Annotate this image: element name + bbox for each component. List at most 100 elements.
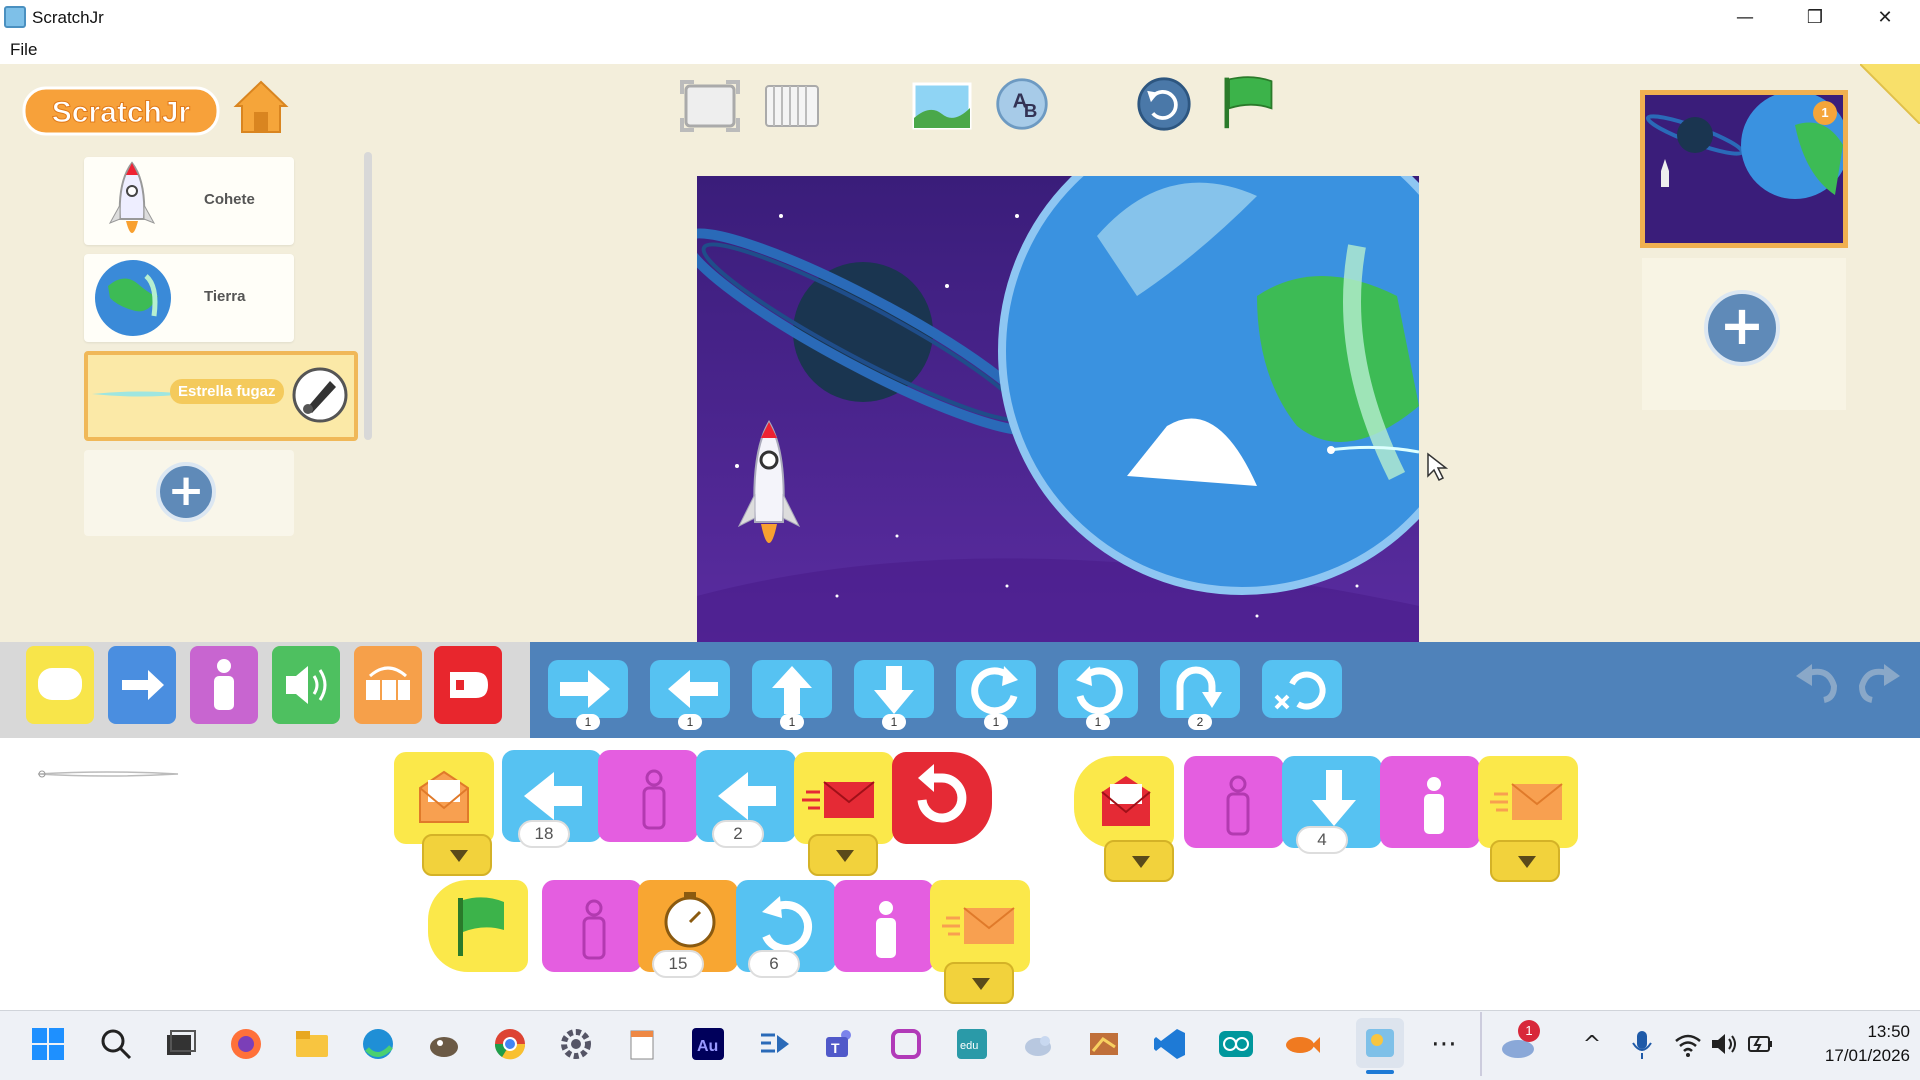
background-icon[interactable] xyxy=(910,78,974,134)
search-icon[interactable] xyxy=(96,1024,136,1064)
teams-icon[interactable]: T xyxy=(820,1024,860,1064)
message-color-dropdown[interactable] xyxy=(1490,840,1560,882)
task-view-icon[interactable] xyxy=(160,1024,200,1064)
file-explorer-icon[interactable] xyxy=(292,1024,332,1064)
add-page-tile[interactable]: + xyxy=(1642,258,1846,410)
menu-file[interactable]: File xyxy=(10,40,37,60)
chevron-up-icon[interactable]: ^ xyxy=(1572,1024,1612,1064)
block-number[interactable]: 15 xyxy=(652,950,704,978)
palette-move-right[interactable]: 1 xyxy=(544,654,632,730)
block-show[interactable] xyxy=(598,750,698,842)
edge-icon[interactable] xyxy=(358,1024,398,1064)
fullscreen-icon[interactable] xyxy=(678,78,742,134)
app-icon[interactable] xyxy=(886,1024,926,1064)
block-number[interactable]: 1 xyxy=(984,714,1008,730)
category-end[interactable] xyxy=(434,646,502,724)
palette-turn-left[interactable]: 1 xyxy=(1054,654,1142,730)
firefox-icon[interactable] xyxy=(226,1024,266,1064)
sprite-card-cohete[interactable]: Cohete xyxy=(84,157,294,245)
stage-canvas[interactable] xyxy=(697,176,1419,642)
arduino-icon[interactable] xyxy=(1216,1024,1256,1064)
palette-turn-right[interactable]: 1 xyxy=(952,654,1040,730)
message-color-dropdown[interactable] xyxy=(1104,840,1174,882)
microphone-icon[interactable] xyxy=(1622,1024,1662,1064)
home-icon[interactable] xyxy=(232,78,290,136)
add-sprite-tile[interactable]: + xyxy=(84,450,294,536)
volume-icon[interactable] xyxy=(1704,1024,1744,1064)
settings-icon[interactable] xyxy=(556,1024,596,1064)
chrome-icon[interactable] xyxy=(490,1024,530,1064)
category-motion[interactable] xyxy=(108,646,176,724)
plus-icon[interactable]: + xyxy=(1704,290,1780,366)
clock-time[interactable]: 13:50 xyxy=(1830,1022,1910,1042)
block-number[interactable]: 4 xyxy=(1296,826,1348,854)
block-show[interactable] xyxy=(1380,756,1480,848)
restore-button[interactable]: ❒ xyxy=(1780,0,1850,34)
svg-text:B: B xyxy=(1024,100,1037,121)
gimp-icon[interactable] xyxy=(424,1024,464,1064)
text-icon[interactable]: A B xyxy=(990,76,1054,132)
green-flag-icon[interactable] xyxy=(1216,74,1280,130)
block-on-message[interactable] xyxy=(1074,756,1174,848)
block-hide[interactable] xyxy=(1184,756,1284,848)
sprite-card-tierra[interactable]: Tierra xyxy=(84,254,294,342)
block-number[interactable]: 1 xyxy=(780,714,804,730)
sprite-list-scrollbar[interactable] xyxy=(364,152,372,440)
window-title: ScratchJr xyxy=(32,8,104,27)
block-send-message[interactable] xyxy=(930,880,1030,972)
paint-editor-icon[interactable] xyxy=(290,365,350,425)
block-on-message[interactable] xyxy=(394,752,494,844)
block-number[interactable]: 1 xyxy=(882,714,906,730)
redo-icon[interactable] xyxy=(1852,654,1906,708)
block-number[interactable]: 2 xyxy=(712,820,764,848)
more-icon[interactable]: ⋯ xyxy=(1424,1024,1464,1064)
message-color-dropdown[interactable] xyxy=(808,834,878,876)
wifi-icon[interactable] xyxy=(1668,1024,1708,1064)
scratchjr-icon[interactable] xyxy=(1356,1018,1404,1068)
block-number[interactable]: 1 xyxy=(678,714,702,730)
edu-icon[interactable]: edu xyxy=(952,1024,992,1064)
project-info-icon[interactable] xyxy=(1860,64,1920,124)
svg-text:edu: edu xyxy=(960,1040,978,1052)
drawing-icon[interactable] xyxy=(1084,1024,1124,1064)
fish-icon[interactable] xyxy=(1282,1024,1322,1064)
reset-icon[interactable] xyxy=(1132,76,1196,132)
palette-move-up[interactable]: 1 xyxy=(748,654,836,730)
undo-icon[interactable] xyxy=(1790,654,1844,708)
block-send-message[interactable] xyxy=(1478,756,1578,848)
bird-icon[interactable] xyxy=(1018,1024,1058,1064)
audition-icon[interactable]: Au xyxy=(688,1024,728,1064)
palette-hop[interactable]: 2 xyxy=(1156,654,1244,730)
notepad-icon[interactable] xyxy=(622,1024,662,1064)
block-show[interactable] xyxy=(834,880,934,972)
block-number[interactable]: 1 xyxy=(1086,714,1110,730)
minimize-button[interactable]: — xyxy=(1710,0,1780,34)
block-number[interactable]: 6 xyxy=(748,950,800,978)
block-send-message[interactable] xyxy=(794,752,894,844)
message-color-dropdown[interactable] xyxy=(422,834,492,876)
category-control[interactable] xyxy=(354,646,422,724)
vscode-icon[interactable] xyxy=(1150,1024,1190,1064)
start-icon[interactable] xyxy=(28,1024,68,1064)
clock-date[interactable]: 17/01/2026 xyxy=(1790,1046,1910,1066)
message-color-dropdown[interactable] xyxy=(944,962,1014,1004)
palette-go-home[interactable] xyxy=(1258,654,1346,730)
category-triggering[interactable] xyxy=(26,646,94,724)
block-hide[interactable] xyxy=(542,880,642,972)
page-thumbnail-1[interactable]: 1 xyxy=(1640,90,1848,248)
block-repeat-forever[interactable] xyxy=(892,752,992,844)
grid-icon[interactable] xyxy=(760,78,824,134)
palette-move-left[interactable]: 1 xyxy=(646,654,734,730)
close-button[interactable]: ✕ xyxy=(1850,0,1920,34)
plus-icon[interactable]: + xyxy=(156,462,216,522)
media-icon[interactable] xyxy=(754,1024,794,1064)
battery-icon[interactable] xyxy=(1740,1024,1780,1064)
block-green-flag[interactable] xyxy=(428,880,528,972)
sprite-card-estrella-fugaz[interactable]: Estrella fugaz xyxy=(84,351,358,441)
block-number[interactable]: 2 xyxy=(1188,714,1212,730)
category-sound[interactable] xyxy=(272,646,340,724)
block-number[interactable]: 18 xyxy=(518,820,570,848)
palette-move-down[interactable]: 1 xyxy=(850,654,938,730)
block-number[interactable]: 1 xyxy=(576,714,600,730)
category-looks[interactable] xyxy=(190,646,258,724)
